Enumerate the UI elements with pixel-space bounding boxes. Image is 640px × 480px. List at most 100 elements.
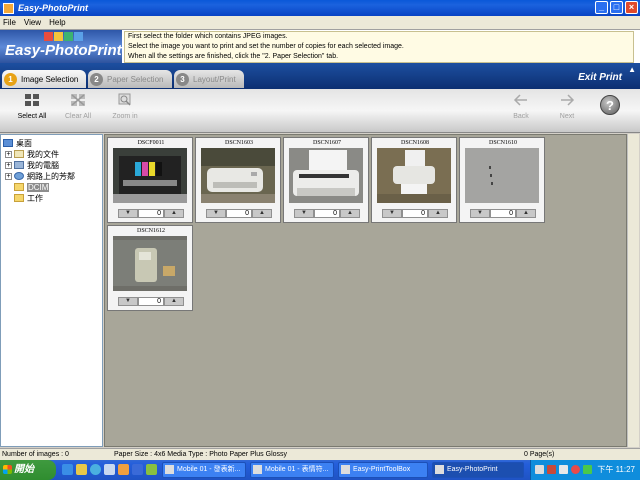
status-bar: Number of images : 0 Paper Size : 4x6 Me… [0, 448, 640, 460]
logo-text: Easy-PhotoPrint [5, 42, 122, 59]
select-all-button[interactable]: Select All [14, 93, 50, 121]
tree-item-network[interactable]: + 網路上的芳鄰 [5, 171, 75, 181]
documents-icon [14, 150, 24, 158]
tree-item-dcim[interactable]: DCIM [14, 182, 50, 192]
folder-tree: 桌面 + 我的文件 + 我的電腦 + 網路上的芳鄰 DCIM 工作 [0, 134, 103, 447]
expand-icon[interactable]: + [5, 161, 12, 169]
zoom-in-label: Zoom in [112, 113, 138, 120]
window-title: Easy-PhotoPrint [18, 3, 89, 13]
tray-icon[interactable] [583, 465, 592, 474]
exit-print-button[interactable]: Exit Print [578, 72, 622, 83]
quicklaunch-icon[interactable] [132, 464, 143, 475]
clear-all-button[interactable]: Clear All [60, 93, 96, 121]
tab-label: Layout/Print [193, 74, 236, 84]
tab-image-selection[interactable]: 1 Image Selection [2, 70, 86, 88]
zoom-in-button[interactable]: Zoom in [107, 93, 143, 121]
clear-all-icon [71, 94, 85, 106]
maximize-button[interactable]: □ [610, 1, 623, 14]
title-bar: Easy-PhotoPrint _ □ × [0, 0, 640, 16]
decrease-button[interactable]: ▼ [118, 297, 138, 306]
tab-strip: 1 Image Selection 2 Paper Selection 3 La… [0, 63, 640, 89]
taskbar-item[interactable]: Easy-PrintToolBox [338, 462, 428, 478]
taskbar-item-active[interactable]: Easy-PhotoPrint [432, 462, 524, 478]
tree-item-computer[interactable]: + 我的電腦 [5, 160, 59, 170]
tree-item-label: 我的文件 [27, 149, 59, 159]
help-button[interactable]: ? [600, 95, 620, 115]
quicklaunch-icon[interactable] [118, 464, 129, 475]
decrease-button[interactable]: ▼ [294, 209, 314, 218]
folder-icon [14, 194, 24, 202]
copies-value[interactable]: 0 [314, 209, 340, 218]
decrease-button[interactable]: ▼ [118, 209, 138, 218]
tab-number: 3 [176, 72, 189, 86]
tree-item-label: 桌面 [16, 138, 32, 148]
image-card[interactable]: DSCN1612 ▼ 0 ▲ [107, 225, 193, 311]
copies-value[interactable]: 0 [138, 297, 164, 306]
image-card[interactable]: DSCF0011 ▼ 0 ▲ [107, 137, 193, 223]
network-icon [14, 172, 24, 180]
printer-paper-photo [289, 148, 363, 203]
image-card[interactable]: DSCN1610 ▼ 0 ▲ [459, 137, 545, 223]
tray-icon[interactable] [547, 465, 556, 474]
menu-view[interactable]: View [24, 18, 41, 27]
tab-number: 2 [90, 72, 103, 86]
copies-value[interactable]: 0 [138, 209, 164, 218]
tree-item-desktop[interactable]: 桌面 [3, 138, 32, 148]
copies-stepper: ▼ 0 ▲ [206, 208, 272, 219]
tab-layout-print[interactable]: 3 Layout/Print [174, 70, 244, 88]
windows-logo-icon [3, 465, 12, 474]
decrease-button[interactable]: ▼ [470, 209, 490, 218]
quicklaunch-icon[interactable] [104, 464, 115, 475]
minimize-button[interactable]: _ [595, 1, 608, 14]
tree-item-label: 我的電腦 [27, 160, 59, 170]
back-button[interactable]: Back [503, 93, 539, 121]
tab-label: Paper Selection [107, 74, 164, 84]
image-card[interactable]: DSCN1608 ▼ 0 ▲ [371, 137, 457, 223]
copies-stepper: ▼ 0 ▲ [470, 208, 536, 219]
exit-arrow-icon: ▲ [628, 65, 636, 74]
photo-print-icon [435, 465, 444, 474]
copies-value[interactable]: 0 [402, 209, 428, 218]
expand-icon[interactable]: + [5, 172, 12, 180]
menu-file[interactable]: File [3, 18, 16, 27]
instruction-line: Select the image you want to print and s… [128, 43, 404, 50]
task-label: Mobile 01 - 表情符... [265, 466, 329, 473]
increase-button[interactable]: ▲ [252, 209, 272, 218]
tab-number: 1 [4, 72, 17, 86]
next-button[interactable]: Next [549, 93, 585, 121]
tab-paper-selection[interactable]: 2 Paper Selection [88, 70, 172, 88]
copies-value[interactable]: 0 [226, 209, 252, 218]
image-card[interactable]: DSCN1607 ▼ 0 ▲ [283, 137, 369, 223]
tray-icon[interactable] [559, 465, 568, 474]
explorer-icon[interactable] [76, 464, 87, 475]
increase-button[interactable]: ▲ [164, 209, 184, 218]
vertical-scrollbar[interactable] [627, 134, 639, 447]
taskbar-item[interactable]: Mobile 01 - 發表新... [162, 462, 246, 478]
increase-button[interactable]: ▲ [340, 209, 360, 218]
image-card[interactable]: DSCN1603 ▼ 0 ▲ [195, 137, 281, 223]
tray-icon[interactable] [571, 465, 580, 474]
increase-button[interactable]: ▲ [516, 209, 536, 218]
tree-item-documents[interactable]: + 我的文件 [5, 149, 59, 159]
menu-help[interactable]: Help [49, 18, 65, 27]
expand-icon[interactable]: + [5, 150, 12, 158]
close-button[interactable]: × [625, 1, 638, 14]
instruction-line: When all the settings are finished, clic… [128, 53, 339, 60]
tree-item-work[interactable]: 工作 [14, 193, 43, 203]
tray-icon[interactable] [535, 465, 544, 474]
increase-button[interactable]: ▲ [164, 297, 184, 306]
decrease-button[interactable]: ▼ [382, 209, 402, 218]
copies-value[interactable]: 0 [490, 209, 516, 218]
ie-icon[interactable] [62, 464, 73, 475]
start-label: 開始 [14, 464, 34, 475]
paper-info: Paper Size : 4x6 Media Type : Photo Pape… [114, 451, 288, 458]
start-button[interactable]: 開始 [0, 460, 56, 480]
computer-icon [14, 161, 24, 169]
browser-icon[interactable] [90, 464, 101, 475]
decrease-button[interactable]: ▼ [206, 209, 226, 218]
quicklaunch-icon[interactable] [146, 464, 157, 475]
gray-surface-photo [465, 148, 539, 203]
increase-button[interactable]: ▲ [428, 209, 448, 218]
copies-stepper: ▼ 0 ▲ [382, 208, 448, 219]
taskbar-item[interactable]: Mobile 01 - 表情符... [250, 462, 334, 478]
